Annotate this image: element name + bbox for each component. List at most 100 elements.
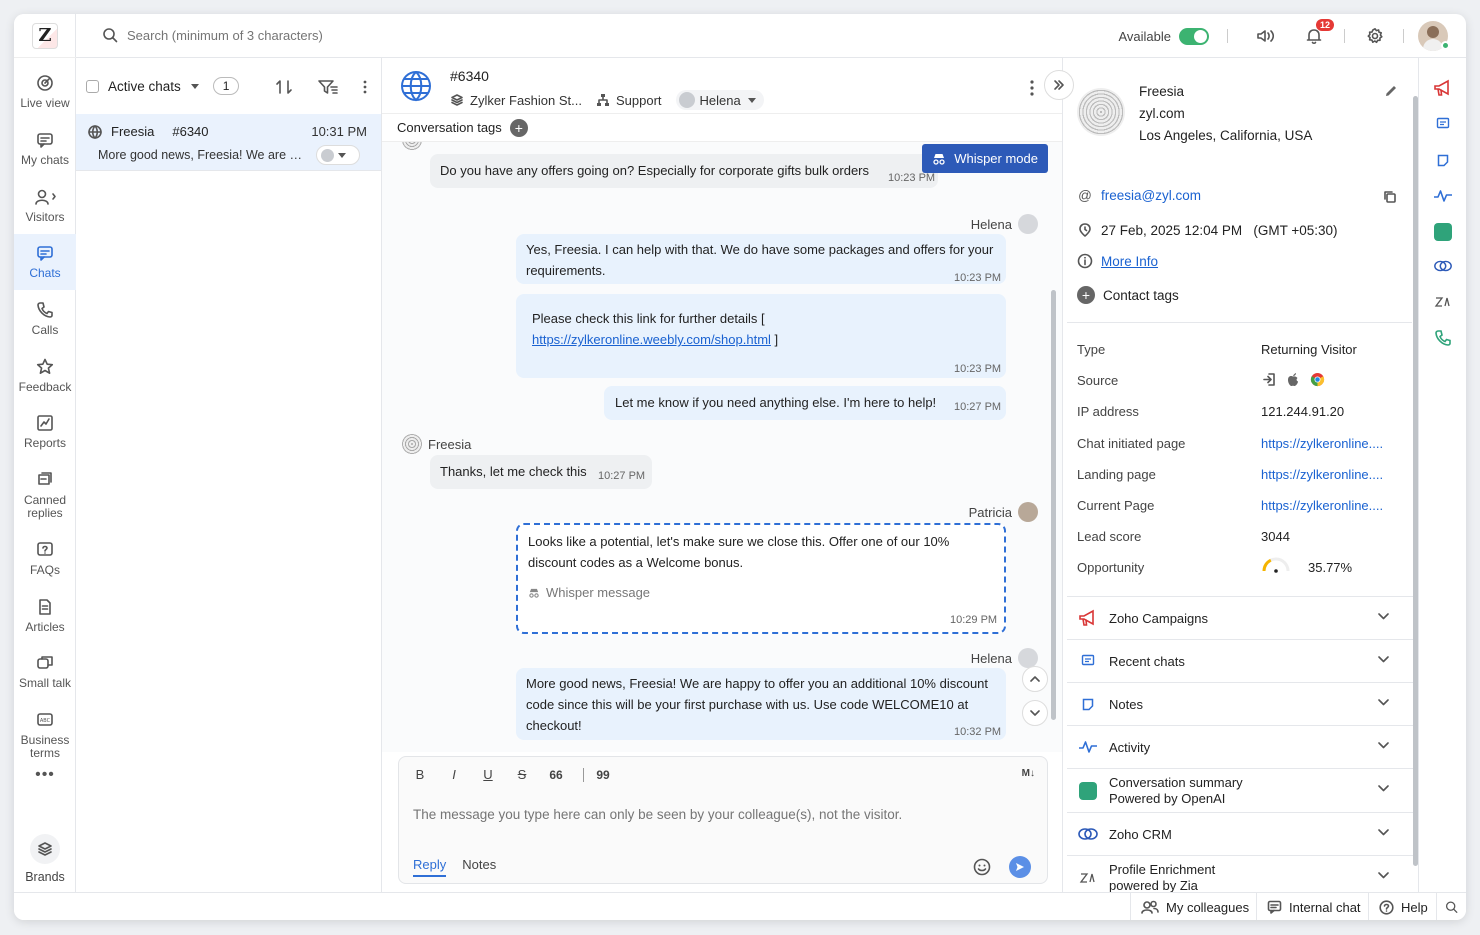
section-notes[interactable]: Notes [1067,682,1413,725]
availability-toggle[interactable] [1179,27,1209,45]
search-input[interactable] [127,27,447,43]
logo[interactable]: Z [14,14,76,58]
nav-label: Articles [25,620,65,634]
section-subtitle: Powered by OpenAI [1109,790,1226,806]
my-colleagues-button[interactable]: My colleagues [1130,893,1259,920]
avatar [1018,214,1038,234]
nav-business-terms[interactable]: ABC Business terms [14,701,76,765]
detail-value: 3044 [1261,529,1290,544]
nav-reports[interactable]: Reports [14,404,76,460]
section-activity[interactable]: Activity [1067,725,1413,768]
notes-icon[interactable] [1433,150,1453,170]
tab-reply[interactable]: Reply [413,857,447,877]
chat-list-item[interactable]: Freesia #6340 10:31 PM More good news, F… [76,114,381,171]
italic-button[interactable]: I [447,767,461,782]
message-text: Do you have any offers going on? Especia… [440,163,869,178]
chat-filter-dropdown[interactable]: Active chats [108,79,181,94]
recent-chats-icon[interactable] [1433,114,1453,134]
section-conversation-summary[interactable]: Conversation summary Powered by OpenAI [1067,768,1413,812]
agent-dropdown[interactable]: Helena [675,90,764,110]
help-button[interactable]: Help [1368,893,1438,920]
speaker-icon [1257,30,1275,42]
whisper-mode-button[interactable]: Whisper mode [922,144,1048,173]
nav-label: Live view [20,96,70,110]
section-title: Zoho Campaigns [1109,610,1208,626]
scroll-down-button[interactable] [1022,700,1048,726]
markdown-toggle[interactable]: M↓ [1022,768,1035,779]
section-recent-chats[interactable]: Recent chats [1067,639,1413,682]
nav-label: Small talk [18,676,71,690]
activity-icon[interactable] [1433,186,1453,206]
nav-feedback[interactable]: Feedback [14,348,76,404]
nav-articles[interactable]: Articles [14,588,76,644]
add-tag-icon[interactable]: + [509,118,528,137]
message-input[interactable] [413,807,1013,822]
nav-small-talk[interactable]: Small talk [14,644,76,700]
brands-button[interactable]: Brands [14,834,76,884]
divider [1227,29,1228,43]
message-bubble: More good news, Freesia! We are happy to… [516,668,1006,740]
underline-button[interactable]: U [481,767,495,782]
strikethrough-button[interactable]: S [515,767,529,782]
zia-icon[interactable] [1433,292,1453,312]
tab-notes[interactable]: Notes [462,857,496,877]
nav-faqs[interactable]: FAQs [14,531,76,587]
chats-icon [37,246,53,261]
scrollbar[interactable] [1051,290,1056,720]
chevron-down-icon[interactable] [190,83,199,89]
collapse-panel-button[interactable] [1044,70,1074,100]
bold-button[interactable]: B [413,767,427,782]
call-integration-icon[interactable] [1433,328,1453,348]
send-button[interactable] [1009,856,1031,878]
sound-button[interactable] [1254,24,1278,48]
notes-icon [1077,698,1099,711]
copy-icon[interactable] [1383,190,1396,203]
select-all-checkbox[interactable] [86,79,99,93]
internal-chat-button[interactable]: Internal chat [1256,893,1371,920]
message-text: Looks like a potential, let's make sure … [528,534,950,570]
settings-button[interactable] [1363,24,1387,48]
more-icon[interactable]: ••• [14,766,76,784]
nav-visitors[interactable]: Visitors [14,178,76,234]
chevron-down-icon [338,152,346,158]
bottom-search-button[interactable] [1436,893,1466,920]
brands-icon [30,834,60,864]
nav-canned-replies[interactable]: Canned replies [14,461,76,525]
pencil-icon[interactable] [1384,84,1398,98]
crm-icon[interactable] [1433,256,1453,276]
nav-calls[interactable]: Calls [14,291,76,347]
more-vertical-icon[interactable] [1030,80,1034,96]
message-link[interactable]: https://zylkeronline.weebly.com/shop.htm… [532,332,771,347]
megaphone-icon[interactable] [1433,78,1453,98]
unquote-button[interactable]: 99 [596,768,610,782]
nav-my-chats[interactable]: My chats [14,121,76,177]
sort-icon[interactable] [275,78,293,96]
sender-name: Freesia [428,436,472,452]
message-bubble: Yes, Freesia. I can help with that. We d… [516,234,1006,284]
section-zoho-crm[interactable]: Zoho CRM [1067,812,1413,855]
message-time: 10:29 PM [950,614,998,626]
detail-link[interactable]: https://zylkeronline.... [1261,436,1383,451]
emoji-icon[interactable] [973,858,991,876]
visitor-email[interactable]: freesia@zyl.com [1101,188,1201,203]
assignee-dropdown[interactable] [316,145,360,165]
filter-icon[interactable] [317,78,339,96]
message-text: Yes, Freesia. I can help with that. We d… [526,242,994,278]
detail-key: Chat initiated page [1077,436,1186,451]
detail-link[interactable]: https://zylkeronline.... [1261,467,1383,482]
notifications-button[interactable]: 12 [1302,19,1334,48]
more-vertical-icon[interactable] [363,80,367,94]
more-info-link[interactable]: More Info [1101,254,1158,269]
detail-link[interactable]: https://zylkeronline.... [1261,498,1383,513]
openai-icon[interactable] [1433,222,1453,242]
nav-chats[interactable]: Chats [14,234,76,290]
message-time: 10:27 PM [954,401,1002,413]
scroll-up-button[interactable] [1022,666,1048,692]
nav-live-view[interactable]: Live view [14,64,76,120]
section-profile-enrichment[interactable]: Profile Enrichment powered by Zia [1067,855,1413,892]
quote-button[interactable]: 66 [549,768,563,782]
add-contact-tag-icon[interactable]: + [1077,286,1095,304]
contact-tags-row[interactable]: + Contact tags [1077,286,1179,304]
section-zoho-campaigns[interactable]: Zoho Campaigns [1067,596,1413,639]
sender-name: Helena [970,216,1012,232]
